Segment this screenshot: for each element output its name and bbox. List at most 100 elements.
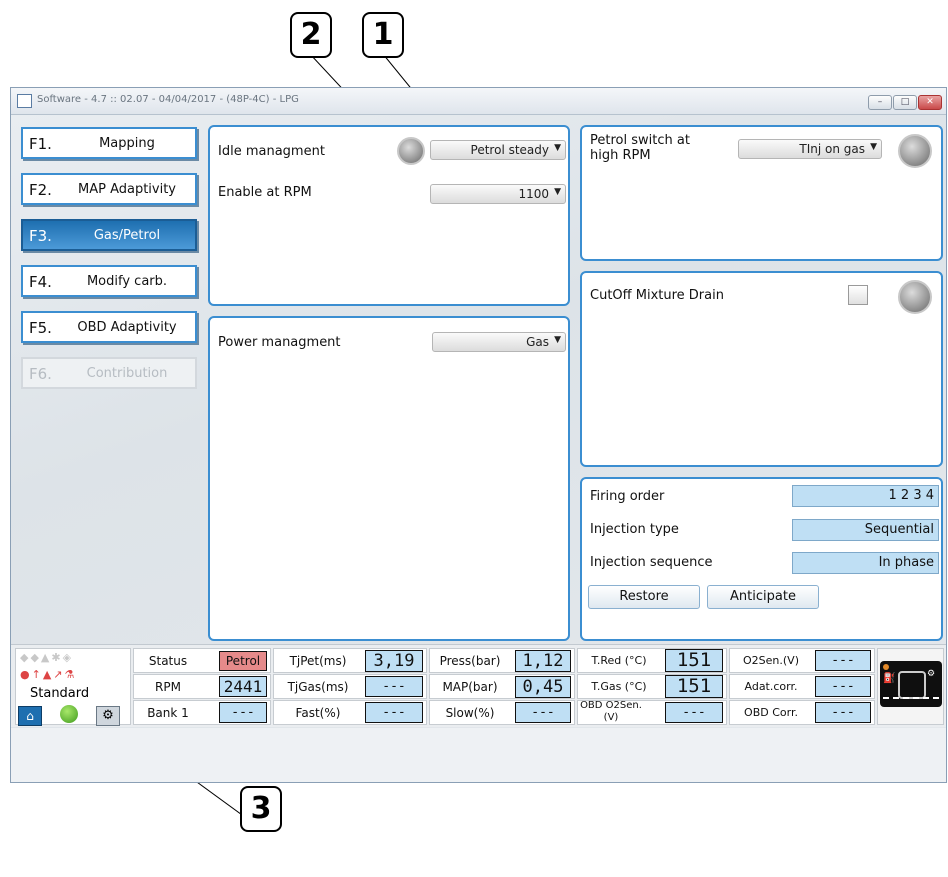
- cutoff-led: [898, 280, 932, 314]
- obd-o2-label: OBD O2Sen.(V): [580, 700, 642, 723]
- menu-label: Gas/Petrol: [93, 228, 161, 243]
- obd-o2-value: ---: [665, 702, 723, 723]
- injection-type-value: Sequential: [792, 519, 939, 541]
- bank-label: Bank 1: [147, 706, 189, 720]
- indicator-icons-faded: ◆◆▲✱◈: [20, 651, 74, 664]
- idle-status-led: [397, 137, 425, 165]
- menu-f1-mapping[interactable]: F1. Mapping: [21, 127, 197, 159]
- menu-label: OBD Adaptivity: [77, 320, 177, 335]
- obd-corr-value: ---: [815, 702, 871, 723]
- firing-order-value: 1 2 3 4: [792, 485, 939, 507]
- enable-rpm-select[interactable]: 1100 ▼: [430, 184, 566, 204]
- close-button[interactable]: ✕: [918, 95, 942, 110]
- tgas-label: T.Gas (°C): [591, 680, 647, 693]
- main-content: F1. Mapping F2. MAP Adaptivity F3. Gas/P…: [11, 115, 946, 728]
- callout-1: 1: [362, 12, 404, 58]
- firing-order-label: Firing order: [590, 489, 665, 504]
- tjgas-value: ---: [365, 676, 423, 697]
- tgas-value: 151: [665, 675, 723, 698]
- idle-label: Idle managment: [218, 144, 325, 159]
- press-value: 1,12: [515, 650, 571, 672]
- title-bar: Software - 4.7 :: 02.07 - 04/04/2017 - (…: [11, 88, 946, 115]
- cutoff-label: CutOff Mixture Drain: [590, 288, 724, 303]
- petrol-switch-label: Petrol switch at high RPM: [590, 133, 690, 163]
- idle-mode-value: Petrol steady: [470, 143, 549, 157]
- petrol-switch-panel: Petrol switch at high RPM TInj on gas ▼: [580, 125, 943, 261]
- obd-corr-label: OBD Corr.: [744, 706, 798, 719]
- press-label: Press(bar): [439, 654, 501, 668]
- menu-label: MAP Adaptivity: [77, 182, 177, 197]
- anticipate-button[interactable]: Anticipate: [707, 585, 819, 609]
- indicator-icons: ●↑▲↗⚗: [20, 668, 77, 681]
- menu-key: F2.: [29, 181, 52, 199]
- tred-value: 151: [665, 649, 723, 672]
- tjpet-label: TjPet(ms): [289, 654, 347, 668]
- menu-f3-gas-petrol[interactable]: F3. Gas/Petrol: [21, 219, 197, 251]
- menu-f5-obd-adaptivity[interactable]: F5. OBD Adaptivity: [21, 311, 197, 343]
- menu-key: F1.: [29, 135, 52, 153]
- injection-sequence-label: Injection sequence: [590, 555, 713, 570]
- map-label: MAP(bar): [442, 680, 498, 694]
- menu-f2-map-adaptivity[interactable]: F2. MAP Adaptivity: [21, 173, 197, 205]
- injection-type-label: Injection type: [590, 522, 679, 537]
- maximize-button[interactable]: □: [893, 95, 917, 110]
- menu-f6-contribution: F6. Contribution: [21, 357, 197, 389]
- enable-rpm-value: 1100: [518, 187, 549, 201]
- petrol-switch-value: TInj on gas: [799, 142, 865, 156]
- switch-led: [883, 664, 889, 670]
- callout-2: 2: [290, 12, 332, 58]
- injection-panel: Firing order 1 2 3 4 Injection type Sequ…: [580, 477, 943, 641]
- check-engine-icon: ⚙: [927, 669, 936, 679]
- power-select[interactable]: Gas ▼: [432, 332, 566, 352]
- petrol-switch-select[interactable]: TInj on gas ▼: [738, 139, 882, 159]
- tred-label: T.Red (°C): [591, 654, 647, 667]
- window-title: Software - 4.7 :: 02.07 - 04/04/2017 - (…: [37, 94, 299, 105]
- connection-led: [60, 705, 78, 723]
- app-icon: [17, 94, 32, 108]
- adat-label: Adat.corr.: [744, 680, 798, 693]
- selector-switch[interactable]: ⛽ ⚙: [880, 661, 942, 707]
- level-bar: [883, 697, 939, 702]
- map-value: 0,45: [515, 676, 571, 698]
- switch-button[interactable]: [898, 671, 926, 699]
- slow-value: ---: [515, 702, 571, 723]
- menu-key: F6.: [29, 365, 52, 383]
- chevron-down-icon: ▼: [870, 142, 877, 152]
- menu-label: Contribution: [86, 366, 168, 381]
- chevron-down-icon: ▼: [554, 143, 561, 153]
- minimize-button[interactable]: –: [868, 95, 892, 110]
- fast-label: Fast(%): [295, 706, 341, 720]
- power-value: Gas: [526, 335, 549, 349]
- enable-rpm-label: Enable at RPM: [218, 185, 312, 200]
- gear-icon[interactable]: ⚙: [96, 706, 120, 726]
- profile-label: Standard: [30, 686, 90, 701]
- menu-f4-modify-carb[interactable]: F4. Modify carb.: [21, 265, 197, 297]
- menu-key: F4.: [29, 273, 52, 291]
- chevron-down-icon: ▼: [554, 335, 561, 345]
- menu-label: Mapping: [99, 136, 155, 151]
- status-value: Petrol: [219, 651, 267, 671]
- app-window: Software - 4.7 :: 02.07 - 04/04/2017 - (…: [10, 87, 947, 783]
- idle-panel: Idle managment Petrol steady ▼ Enable at…: [208, 125, 570, 306]
- menu-label: Modify carb.: [86, 274, 168, 289]
- power-label: Power managment: [218, 335, 341, 350]
- home-icon[interactable]: ⌂: [18, 706, 42, 726]
- o2sen-value: ---: [815, 650, 871, 671]
- chevron-down-icon: ▼: [554, 187, 561, 197]
- adat-value: ---: [815, 676, 871, 697]
- cutoff-panel: CutOff Mixture Drain: [580, 271, 943, 467]
- injection-sequence-value: In phase: [792, 552, 939, 574]
- petrol-switch-led: [898, 134, 932, 168]
- o2sen-label: O2Sen.(V): [743, 654, 799, 667]
- menu-key: F3.: [29, 227, 52, 245]
- status-left-box: ◆◆▲✱◈ ●↑▲↗⚗ Standard ⌂ ⚙: [15, 648, 131, 726]
- slow-label: Slow(%): [445, 706, 495, 720]
- fast-value: ---: [365, 702, 423, 723]
- bank-value: ---: [219, 702, 267, 723]
- cutoff-checkbox[interactable]: [848, 285, 868, 305]
- idle-mode-select[interactable]: Petrol steady ▼: [430, 140, 566, 160]
- rpm-label: RPM: [155, 680, 181, 694]
- fuel-pump-icon: ⛽: [883, 673, 896, 684]
- status-bar: ◆◆▲✱◈ ●↑▲↗⚗ Standard ⌂ ⚙ Status Petrol R…: [11, 644, 946, 727]
- restore-button[interactable]: Restore: [588, 585, 700, 609]
